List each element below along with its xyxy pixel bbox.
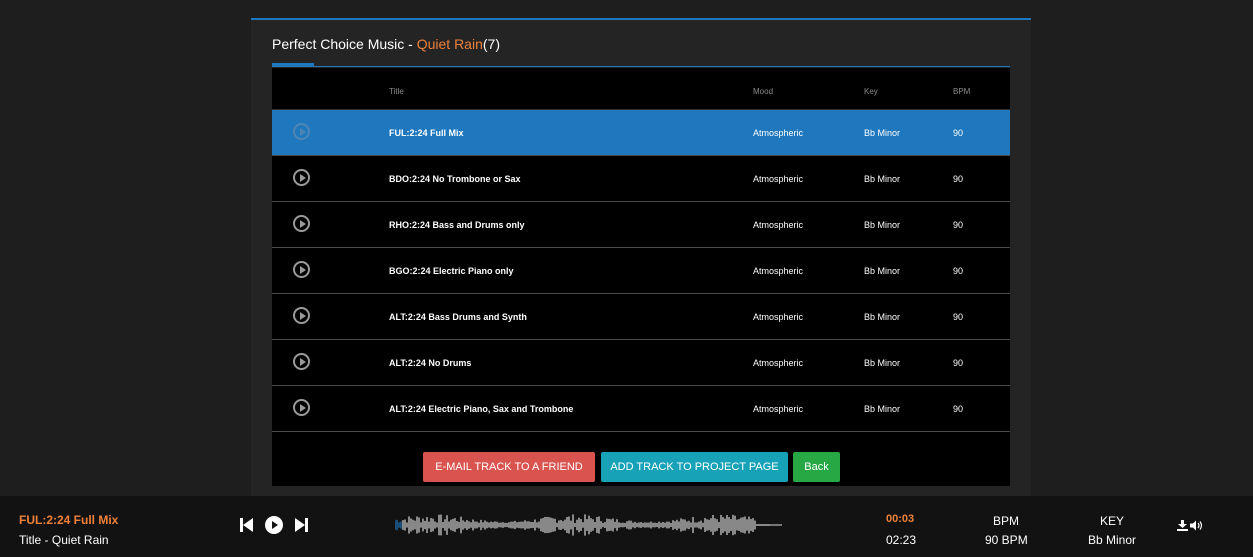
previous-icon[interactable] xyxy=(240,518,253,532)
track-count: (7) xyxy=(482,36,500,52)
header-bpm[interactable]: BPM xyxy=(953,87,970,96)
track-title: ALT:2:24 No Drums xyxy=(389,358,472,368)
bpm-label: BPM xyxy=(993,514,1020,528)
bpm-value: 90 BPM xyxy=(985,533,1028,547)
play-circle-icon[interactable] xyxy=(293,353,310,370)
table-header: Title Mood Key BPM xyxy=(272,68,1010,110)
total-time: 02:23 xyxy=(886,533,917,547)
current-time: 00:03 xyxy=(886,513,915,525)
track-title: ALT:2:24 Electric Piano, Sax and Trombon… xyxy=(389,404,574,414)
track-bpm: 90 xyxy=(953,404,964,414)
key-value: Bb Minor xyxy=(1088,533,1137,547)
play-circle-icon[interactable] xyxy=(293,307,310,324)
play-circle-icon[interactable] xyxy=(293,399,310,416)
table-row[interactable]: ALT:2:24 Bass Drums and Synth Atmospheric… xyxy=(272,294,1010,340)
track-title: BGO:2:24 Electric Piano only xyxy=(389,266,514,276)
track-key: Bb Minor xyxy=(864,266,901,276)
track-key: Bb Minor xyxy=(864,128,901,138)
play-circle-icon[interactable] xyxy=(293,215,310,232)
track-rows: FUL:2:24 Full Mix Atmospheric Bb Minor 90 BD… xyxy=(272,110,1010,432)
header-key[interactable]: Key xyxy=(864,87,878,96)
panel-title: Perfect Choice Music - Quiet Rain(7) xyxy=(272,36,500,52)
track-bpm: 90 xyxy=(953,174,964,184)
track-panel: Perfect Choice Music - Quiet Rain(7) Tit… xyxy=(251,18,1031,498)
panel-title-prefix: Perfect Choice Music - xyxy=(272,36,417,52)
track-bpm: 90 xyxy=(953,312,964,322)
key-label: KEY xyxy=(1100,514,1125,528)
track-bpm: 90 xyxy=(953,128,964,138)
track-bpm: 90 xyxy=(953,266,964,276)
track-table: Title Mood Key BPM FUL:2:24 Full Mix Atmo… xyxy=(272,68,1010,486)
track-title: ALT:2:24 Bass Drums and Synth xyxy=(389,312,527,322)
track-title: FUL:2:24 Full Mix xyxy=(389,128,464,138)
header-mood[interactable]: Mood xyxy=(753,87,773,96)
header-title[interactable]: Title xyxy=(389,87,404,96)
email-track-button[interactable]: E-MAIL TRACK TO A FRIEND xyxy=(423,452,595,482)
add-to-project-button[interactable]: ADD TRACK TO PROJECT PAGE xyxy=(601,452,788,482)
track-mood: Atmospheric xyxy=(753,404,804,414)
play-circle-icon[interactable] xyxy=(293,123,310,140)
track-mood: Atmospheric xyxy=(753,174,804,184)
track-key: Bb Minor xyxy=(864,312,901,322)
track-mood: Atmospheric xyxy=(753,266,804,276)
table-row[interactable]: BGO:2:24 Electric Piano only Atmospheric B… xyxy=(272,248,1010,294)
track-key: Bb Minor xyxy=(864,174,901,184)
volume-icon[interactable] xyxy=(1190,520,1204,531)
table-row[interactable]: RHO:2:24 Bass and Drums only Atmospheric B… xyxy=(272,202,1010,248)
audio-player: FUL:2:24 Full Mix Title - Quiet Rain 00:… xyxy=(0,496,1253,557)
play-circle-icon[interactable] xyxy=(293,261,310,278)
table-row[interactable]: FUL:2:24 Full Mix Atmospheric Bb Minor 90 xyxy=(272,110,1010,156)
track-mood: Atmospheric xyxy=(753,128,804,138)
play-icon[interactable] xyxy=(265,516,283,534)
play-circle-icon[interactable] xyxy=(293,169,310,186)
table-row[interactable]: BDO:2:24 No Trombone or Sax Atmospheric Bb… xyxy=(272,156,1010,202)
download-icon[interactable] xyxy=(1177,520,1188,531)
track-key: Bb Minor xyxy=(864,220,901,230)
back-button[interactable]: Back xyxy=(793,452,840,482)
action-bar: E-MAIL TRACK TO A FRIEND ADD TRACK TO PR… xyxy=(272,452,1010,486)
table-row[interactable]: ALT:2:24 Electric Piano, Sax and Trombon… xyxy=(272,386,1010,432)
track-title: BDO:2:24 No Trombone or Sax xyxy=(389,174,521,184)
track-key: Bb Minor xyxy=(864,358,901,368)
track-mood: Atmospheric xyxy=(753,220,804,230)
album-name[interactable]: Quiet Rain xyxy=(417,36,483,52)
track-mood: Atmospheric xyxy=(753,312,804,322)
now-playing-title: FUL:2:24 Full Mix xyxy=(19,513,119,527)
title-divider xyxy=(272,66,1010,67)
track-bpm: 90 xyxy=(953,358,964,368)
now-playing-subtitle: Title - Quiet Rain xyxy=(19,533,109,547)
waveform-seekbar[interactable] xyxy=(395,508,785,542)
track-key: Bb Minor xyxy=(864,404,901,414)
track-bpm: 90 xyxy=(953,220,964,230)
track-title: RHO:2:24 Bass and Drums only xyxy=(389,220,525,230)
track-mood: Atmospheric xyxy=(753,358,804,368)
next-icon[interactable] xyxy=(295,518,308,532)
table-row[interactable]: ALT:2:24 No Drums Atmospheric Bb Minor 90 xyxy=(272,340,1010,386)
